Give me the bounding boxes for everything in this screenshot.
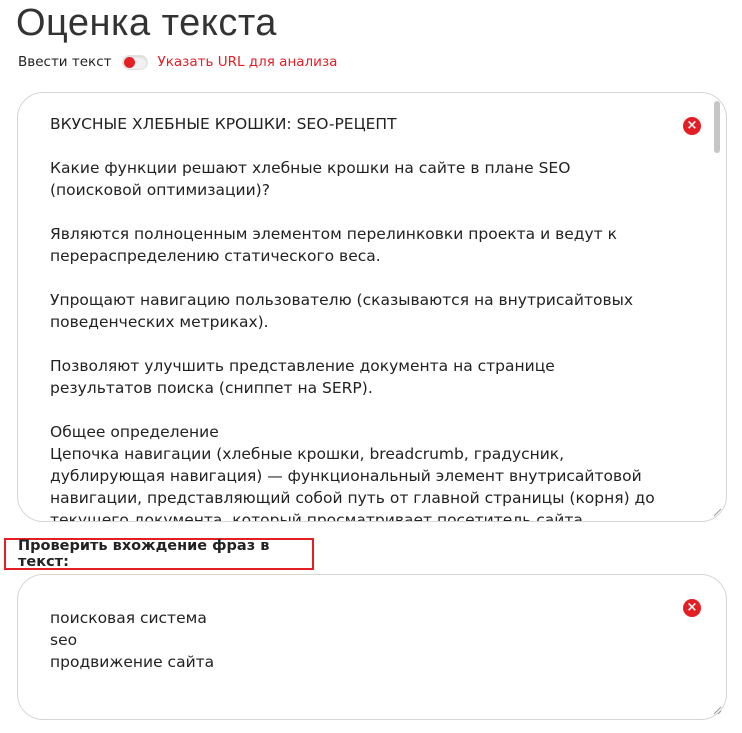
- scrollbar-thumb[interactable]: [714, 101, 720, 153]
- phrases-input-content[interactable]: поисковая система seo продвижение сайта: [50, 607, 214, 673]
- text-paragraph: ВКУСНЫЕ ХЛЕБНЫЕ КРОШКИ: SEO-РЕЦЕПТ: [50, 115, 397, 133]
- text-paragraph: Упрощают навигацию пользователю (сказыва…: [50, 291, 634, 331]
- clear-text-icon[interactable]: ×: [683, 117, 701, 135]
- phrase-line: seo: [50, 631, 78, 649]
- text-paragraph: Общее определение Цепочка навигации (хле…: [50, 423, 655, 522]
- page-title: Оценка текста: [16, 2, 277, 44]
- mode-toggle[interactable]: [121, 54, 148, 70]
- mode-url-link[interactable]: Указать URL для анализа: [158, 54, 338, 70]
- clear-phrases-icon[interactable]: ×: [683, 599, 701, 617]
- text-paragraph: Являются полноценным элементом перелинко…: [50, 225, 617, 265]
- input-mode-switch: Ввести текст Указать URL для анализа: [18, 52, 337, 72]
- phrase-line: поисковая система: [50, 609, 207, 627]
- phrases-input-area[interactable]: поисковая система seo продвижение сайта …: [17, 574, 727, 720]
- text-paragraph: Позволяют улучшить представление докумен…: [50, 357, 555, 397]
- text-scrollbar[interactable]: [714, 101, 720, 513]
- phrase-line: продвижение сайта: [50, 653, 215, 671]
- resize-grip-icon[interactable]: [712, 705, 722, 715]
- phrases-section-title: Проверить вхождение фраз в текст:: [4, 538, 314, 570]
- text-input-area[interactable]: ВКУСНЫЕ ХЛЕБНЫЕ КРОШКИ: SEO-РЕЦЕПТ Какие…: [17, 92, 727, 522]
- text-paragraph: Какие функции решают хлебные крошки на с…: [50, 159, 571, 199]
- toggle-knob: [123, 56, 135, 68]
- resize-grip-icon[interactable]: [712, 507, 722, 517]
- mode-text-label[interactable]: Ввести текст: [18, 54, 112, 70]
- text-input-content[interactable]: ВКУСНЫЕ ХЛЕБНЫЕ КРОШКИ: SEO-РЕЦЕПТ Какие…: [50, 113, 660, 522]
